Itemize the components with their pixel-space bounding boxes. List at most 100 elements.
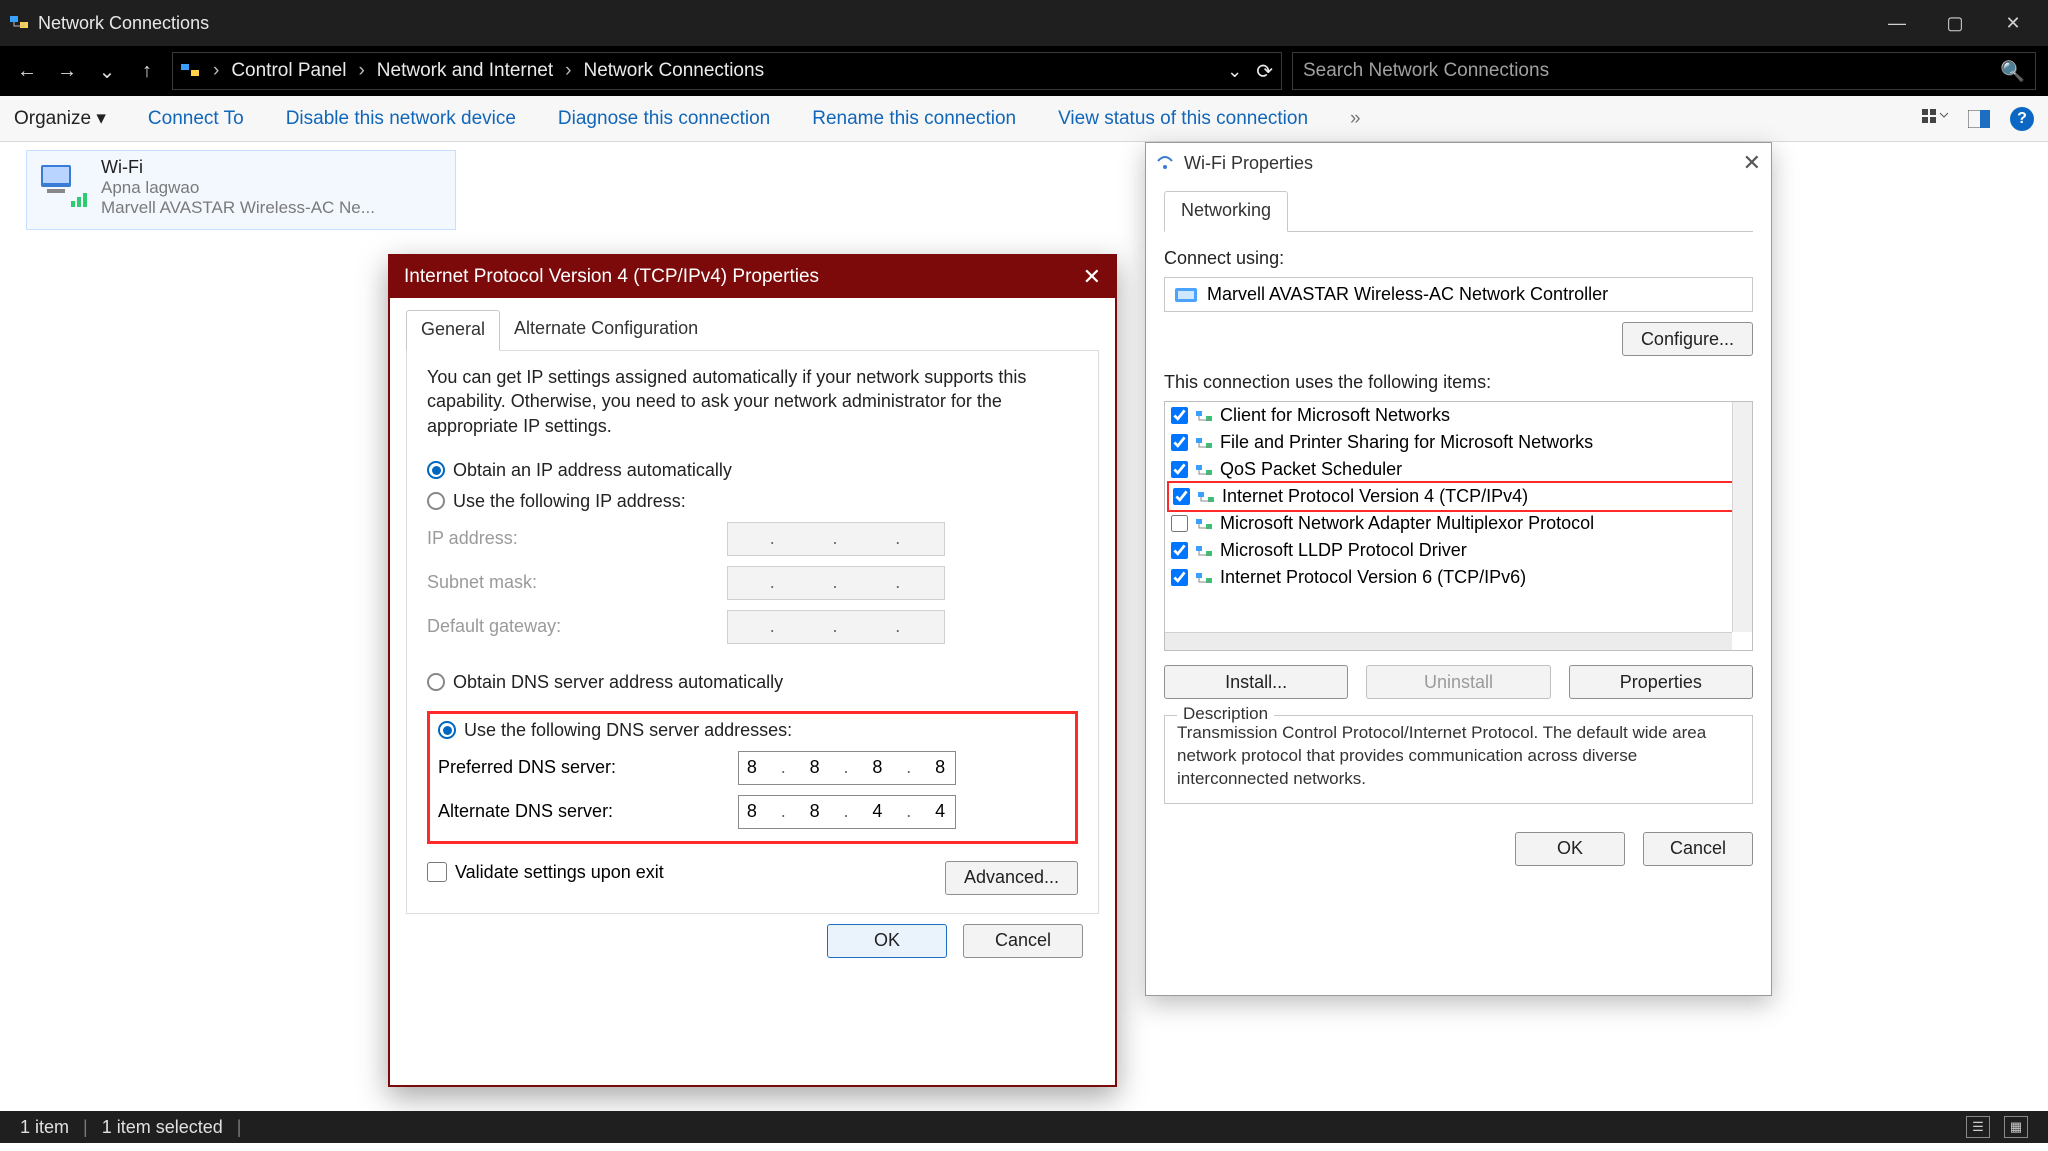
octet[interactable]: 4 [927, 801, 955, 822]
octet[interactable]: 8 [802, 757, 830, 778]
radio-use-ip[interactable]: Use the following IP address: [427, 491, 1078, 512]
octet[interactable]: 8 [802, 801, 830, 822]
cmd-overflow[interactable]: » [1350, 108, 1361, 130]
breadcrumb-seg[interactable]: Network Connections [583, 60, 764, 82]
radio-dot-icon [427, 492, 445, 510]
tab-networking[interactable]: Networking [1164, 191, 1288, 232]
connection-name: Wi-Fi [101, 157, 375, 178]
titlebar: Network Connections — ▢ ✕ [0, 0, 2048, 46]
history-dropdown[interactable]: ⌄ [92, 56, 122, 86]
label-subnet-mask: Subnet mask: [427, 572, 727, 593]
dialog-titlebar[interactable]: Wi-Fi Properties ✕ [1146, 143, 1771, 183]
refresh-button[interactable]: ⟳ [1256, 59, 1273, 84]
network-item-row[interactable]: Microsoft LLDP Protocol Driver [1165, 537, 1752, 564]
close-icon[interactable]: ✕ [1743, 150, 1761, 176]
item-checkbox[interactable] [1171, 407, 1188, 424]
description-text: Transmission Control Protocol/Internet P… [1177, 722, 1740, 791]
preview-pane-icon[interactable] [1968, 110, 1990, 128]
minimize-button[interactable]: — [1868, 0, 1926, 46]
up-button[interactable]: ↑ [132, 56, 162, 86]
octet[interactable]: 8 [739, 757, 767, 778]
breadcrumb-seg[interactable]: Control Panel [231, 60, 346, 82]
item-checkbox[interactable] [1171, 569, 1188, 586]
tab-alternate-configuration[interactable]: Alternate Configuration [500, 310, 712, 350]
alternate-dns-field[interactable]: 8. 8. 4. 4 [738, 795, 956, 829]
adapter-box[interactable]: Marvell AVASTAR Wireless-AC Network Cont… [1164, 277, 1753, 312]
cancel-button[interactable]: Cancel [963, 924, 1083, 958]
cmd-rename[interactable]: Rename this connection [812, 108, 1016, 130]
configure-button[interactable]: Configure... [1622, 322, 1753, 356]
network-item-row[interactable]: Client for Microsoft Networks [1165, 402, 1752, 429]
close-button[interactable]: ✕ [1984, 0, 2042, 46]
details-view-button[interactable]: ☰ [1966, 1116, 1990, 1138]
network-item-row[interactable]: Microsoft Network Adapter Multiplexor Pr… [1165, 510, 1752, 537]
ok-button[interactable]: OK [1515, 832, 1625, 866]
dialog-titlebar[interactable]: Internet Protocol Version 4 (TCP/IPv4) P… [390, 256, 1115, 298]
dialog-title: Internet Protocol Version 4 (TCP/IPv4) P… [404, 266, 819, 288]
forward-button[interactable]: → [52, 56, 82, 86]
ok-button[interactable]: OK [827, 924, 947, 958]
network-item-row[interactable]: File and Printer Sharing for Microsoft N… [1165, 429, 1752, 456]
ipv4-properties-dialog: Internet Protocol Version 4 (TCP/IPv4) P… [388, 254, 1117, 1087]
item-checkbox[interactable] [1171, 461, 1188, 478]
cmd-disable-device[interactable]: Disable this network device [286, 108, 516, 130]
status-item-count: 1 item [20, 1117, 69, 1138]
default-gateway-field: ... [727, 610, 945, 644]
search-input[interactable]: Search Network Connections 🔍 [1292, 52, 2036, 90]
item-checkbox[interactable] [1171, 515, 1188, 532]
close-icon[interactable]: ✕ [1083, 264, 1101, 290]
scrollbar[interactable] [1732, 402, 1752, 632]
radio-obtain-dns-auto[interactable]: Obtain DNS server address automatically [427, 672, 1078, 693]
item-checkbox[interactable] [1171, 542, 1188, 559]
cancel-button[interactable]: Cancel [1643, 832, 1753, 866]
connection-ssid: Apna lagwao [101, 178, 375, 198]
ncpa-breadcrumb-icon [181, 62, 201, 80]
description-group: Description Transmission Control Protoco… [1164, 715, 1753, 804]
network-item-row[interactable]: Internet Protocol Version 4 (TCP/IPv4) [1167, 481, 1750, 512]
octet[interactable]: 4 [865, 801, 893, 822]
advanced-button[interactable]: Advanced... [945, 861, 1078, 895]
properties-button[interactable]: Properties [1569, 665, 1753, 699]
item-checkbox[interactable] [1173, 488, 1190, 505]
radio-label: Use the following DNS server addresses: [464, 720, 792, 741]
network-items-list[interactable]: Client for Microsoft NetworksFile and Pr… [1164, 401, 1753, 651]
ip-address-field: ... [727, 522, 945, 556]
address-dropdown[interactable]: ⌄ [1227, 61, 1242, 82]
description-legend: Description [1177, 704, 1274, 724]
protocol-icon [1196, 489, 1216, 505]
help-icon[interactable]: ? [2010, 107, 2034, 131]
label-ip-address: IP address: [427, 528, 727, 549]
cmd-connect-to[interactable]: Connect To [148, 108, 244, 130]
connection-tile-wifi[interactable]: Wi-Fi Apna lagwao Marvell AVASTAR Wirele… [26, 150, 456, 230]
large-icons-view-button[interactable]: ▦ [2004, 1116, 2028, 1138]
preferred-dns-field[interactable]: 8. 8. 8. 8 [738, 751, 956, 785]
view-options-icon[interactable] [1922, 109, 1948, 129]
radio-use-dns[interactable]: Use the following DNS server addresses: [438, 720, 1063, 741]
octet[interactable]: 8 [927, 757, 955, 778]
protocol-icon [1194, 516, 1214, 532]
organize-menu[interactable]: Organize ▾ [14, 107, 106, 130]
search-icon: 🔍 [2000, 59, 2025, 84]
protocol-icon [1194, 408, 1214, 424]
nav-row: ← → ⌄ ↑ › Control Panel › Network and In… [0, 46, 2048, 96]
octet[interactable]: 8 [865, 757, 893, 778]
network-item-row[interactable]: Internet Protocol Version 6 (TCP/IPv6) [1165, 564, 1752, 591]
uninstall-button: Uninstall [1366, 665, 1550, 699]
scrollbar-horizontal[interactable] [1165, 632, 1732, 650]
search-placeholder: Search Network Connections [1303, 60, 1549, 82]
install-button[interactable]: Install... [1164, 665, 1348, 699]
network-item-row[interactable]: QoS Packet Scheduler [1165, 456, 1752, 483]
breadcrumb-seg[interactable]: Network and Internet [377, 60, 553, 82]
radio-obtain-ip-auto[interactable]: Obtain an IP address automatically [427, 460, 1078, 481]
radio-label: Use the following IP address: [453, 491, 686, 512]
radio-dot-icon [427, 461, 445, 479]
item-checkbox[interactable] [1171, 434, 1188, 451]
cmd-diagnose[interactable]: Diagnose this connection [558, 108, 770, 130]
tab-general[interactable]: General [406, 310, 500, 351]
item-label: Microsoft Network Adapter Multiplexor Pr… [1220, 513, 1594, 534]
octet[interactable]: 8 [739, 801, 767, 822]
back-button[interactable]: ← [12, 56, 42, 86]
cmd-view-status[interactable]: View status of this connection [1058, 108, 1308, 130]
address-bar[interactable]: › Control Panel › Network and Internet ›… [172, 52, 1282, 90]
maximize-button[interactable]: ▢ [1926, 0, 1984, 46]
